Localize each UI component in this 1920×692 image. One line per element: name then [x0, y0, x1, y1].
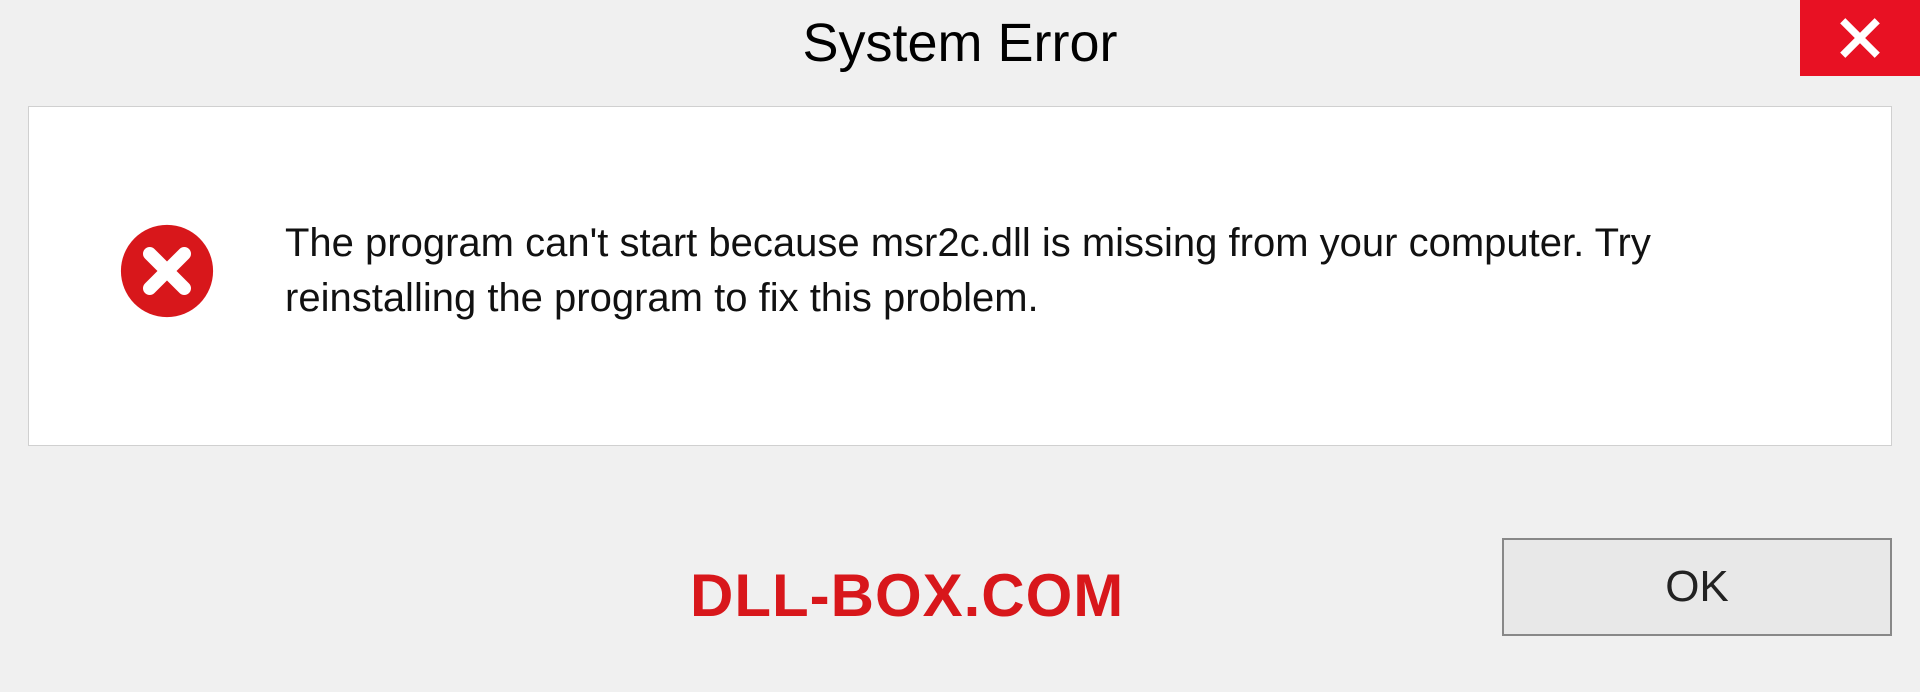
- close-icon: [1838, 16, 1882, 60]
- close-button[interactable]: [1800, 0, 1920, 76]
- title-bar: System Error: [0, 0, 1920, 100]
- footer: DLL-BOX.COM OK: [0, 492, 1920, 692]
- message-panel: The program can't start because msr2c.dl…: [28, 106, 1892, 446]
- error-icon: [119, 223, 215, 319]
- ok-button[interactable]: OK: [1502, 538, 1892, 636]
- watermark-text: DLL-BOX.COM: [690, 561, 1124, 630]
- error-message: The program can't start because msr2c.dl…: [285, 216, 1831, 326]
- dialog-title: System Error: [802, 12, 1117, 74]
